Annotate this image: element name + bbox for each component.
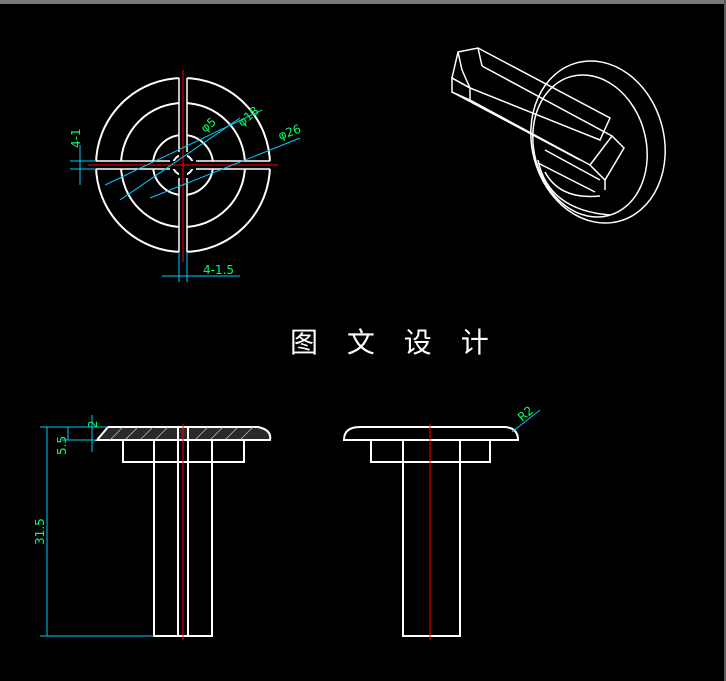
drawing-title: 图 文 设 计 [290, 326, 499, 359]
cad-drawing-canvas[interactable]: 4-1 φ5 φ18 φ26 4-1.5 图 文 设 计 2 5.5 31.5 … [0, 0, 726, 681]
dim-flange-height: 5.5 [55, 436, 69, 455]
side-view [94, 426, 272, 637]
dim-slot-bottom: 4-1.5 [203, 263, 234, 277]
isometric-view [451, 47, 666, 224]
section-view [342, 426, 520, 637]
dim-slot-width: 4-1 [69, 128, 83, 148]
dim-radius: R2 [515, 403, 536, 424]
dim-dia-mid: φ18 [235, 104, 262, 130]
dim-total-height: 31.5 [33, 518, 47, 545]
dim-cap-height: 2 [86, 420, 100, 428]
dim-dia-outer: φ26 [276, 122, 303, 143]
